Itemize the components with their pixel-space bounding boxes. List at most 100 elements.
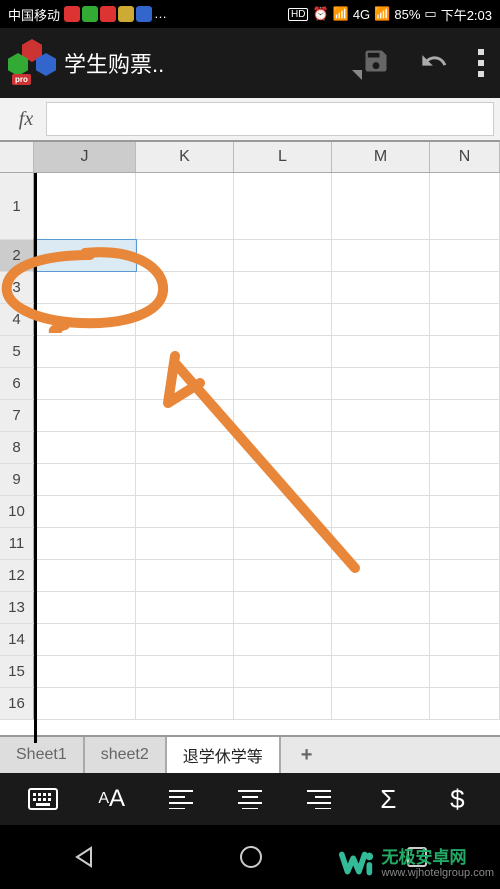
currency-button[interactable]: $	[435, 777, 479, 821]
row-header-15[interactable]: 15	[0, 656, 34, 687]
cell-J3[interactable]	[34, 272, 136, 303]
cell-M5[interactable]	[332, 336, 430, 367]
cell-L13[interactable]	[234, 592, 332, 623]
fx-label[interactable]: fx	[6, 108, 46, 131]
row-header-12[interactable]: 12	[0, 560, 34, 591]
cell-L15[interactable]	[234, 656, 332, 687]
cell-J7[interactable]	[34, 400, 136, 431]
cell-M6[interactable]	[332, 368, 430, 399]
cell-N6[interactable]	[430, 368, 500, 399]
cell-J9[interactable]	[34, 464, 136, 495]
cell-L16[interactable]	[234, 688, 332, 719]
cell-M3[interactable]	[332, 272, 430, 303]
col-header-J[interactable]: J	[34, 142, 136, 172]
cell-K5[interactable]	[136, 336, 234, 367]
cell-M7[interactable]	[332, 400, 430, 431]
row-header-8[interactable]: 8	[0, 432, 34, 463]
tab-sheet2[interactable]: sheet2	[85, 737, 167, 773]
align-right-button[interactable]	[297, 777, 341, 821]
align-center-button[interactable]	[228, 777, 272, 821]
cell-J12[interactable]	[34, 560, 136, 591]
formula-input[interactable]	[46, 102, 494, 136]
cell-K8[interactable]	[136, 432, 234, 463]
cell-N3[interactable]	[430, 272, 500, 303]
row-header-11[interactable]: 11	[0, 528, 34, 559]
cell-L7[interactable]	[234, 400, 332, 431]
cell-N15[interactable]	[430, 656, 500, 687]
tab-dropout[interactable]: 退学休学等	[167, 737, 281, 773]
cell-L8[interactable]	[234, 432, 332, 463]
cell-J4[interactable]	[34, 304, 136, 335]
col-header-L[interactable]: L	[234, 142, 332, 172]
row-header-1[interactable]: 1	[0, 173, 34, 239]
cell-L9[interactable]	[234, 464, 332, 495]
cell-J13[interactable]	[34, 592, 136, 623]
row-header-5[interactable]: 5	[0, 336, 34, 367]
cell-J10[interactable]	[34, 496, 136, 527]
cell-K6[interactable]	[136, 368, 234, 399]
font-button[interactable]: AA	[90, 777, 134, 821]
cell-K13[interactable]	[136, 592, 234, 623]
sum-button[interactable]: Σ	[366, 777, 410, 821]
row-header-13[interactable]: 13	[0, 592, 34, 623]
cell-L2[interactable]	[234, 240, 332, 271]
cell-M12[interactable]	[332, 560, 430, 591]
cell-J6[interactable]	[34, 368, 136, 399]
cell-M15[interactable]	[332, 656, 430, 687]
keyboard-button[interactable]	[21, 777, 65, 821]
cell-M9[interactable]	[332, 464, 430, 495]
cell-J5[interactable]	[34, 336, 136, 367]
row-header-4[interactable]: 4	[0, 304, 34, 335]
cell-L11[interactable]	[234, 528, 332, 559]
cell-J2[interactable]	[34, 240, 136, 271]
cell-L10[interactable]	[234, 496, 332, 527]
cell-K3[interactable]	[136, 272, 234, 303]
cell-N13[interactable]	[430, 592, 500, 623]
cell-N5[interactable]	[430, 336, 500, 367]
cell-J8[interactable]	[34, 432, 136, 463]
row-header-9[interactable]: 9	[0, 464, 34, 495]
cell-K10[interactable]	[136, 496, 234, 527]
cell-L3[interactable]	[234, 272, 332, 303]
add-sheet-button[interactable]: +	[281, 737, 333, 773]
cell-N16[interactable]	[430, 688, 500, 719]
more-button[interactable]	[478, 49, 484, 77]
cell-K1[interactable]	[136, 173, 234, 239]
align-left-button[interactable]	[159, 777, 203, 821]
col-header-K[interactable]: K	[136, 142, 234, 172]
select-all-corner[interactable]	[0, 142, 34, 172]
row-header-3[interactable]: 3	[0, 272, 34, 303]
cell-J1[interactable]	[34, 173, 136, 239]
cell-M10[interactable]	[332, 496, 430, 527]
cell-K11[interactable]	[136, 528, 234, 559]
cell-L4[interactable]	[234, 304, 332, 335]
cell-N14[interactable]	[430, 624, 500, 655]
cell-K12[interactable]	[136, 560, 234, 591]
cell-M2[interactable]	[332, 240, 430, 271]
row-header-16[interactable]: 16	[0, 688, 34, 719]
cell-K7[interactable]	[136, 400, 234, 431]
cell-K9[interactable]	[136, 464, 234, 495]
cell-M16[interactable]	[332, 688, 430, 719]
cell-N12[interactable]	[430, 560, 500, 591]
undo-button[interactable]	[418, 47, 450, 80]
cell-N10[interactable]	[430, 496, 500, 527]
cell-N4[interactable]	[430, 304, 500, 335]
cell-N8[interactable]	[430, 432, 500, 463]
cell-N11[interactable]	[430, 528, 500, 559]
cell-M13[interactable]	[332, 592, 430, 623]
cell-K16[interactable]	[136, 688, 234, 719]
cell-N7[interactable]	[430, 400, 500, 431]
row-header-6[interactable]: 6	[0, 368, 34, 399]
tab-sheet1[interactable]: Sheet1	[0, 737, 85, 773]
cell-M11[interactable]	[332, 528, 430, 559]
cell-K2[interactable]	[136, 240, 234, 271]
col-header-M[interactable]: M	[332, 142, 430, 172]
cell-M14[interactable]	[332, 624, 430, 655]
document-title[interactable]: 学生购票..	[64, 47, 348, 79]
cell-L14[interactable]	[234, 624, 332, 655]
app-logo[interactable]: pro	[8, 39, 56, 87]
row-header-10[interactable]: 10	[0, 496, 34, 527]
cell-K4[interactable]	[136, 304, 234, 335]
cell-K15[interactable]	[136, 656, 234, 687]
